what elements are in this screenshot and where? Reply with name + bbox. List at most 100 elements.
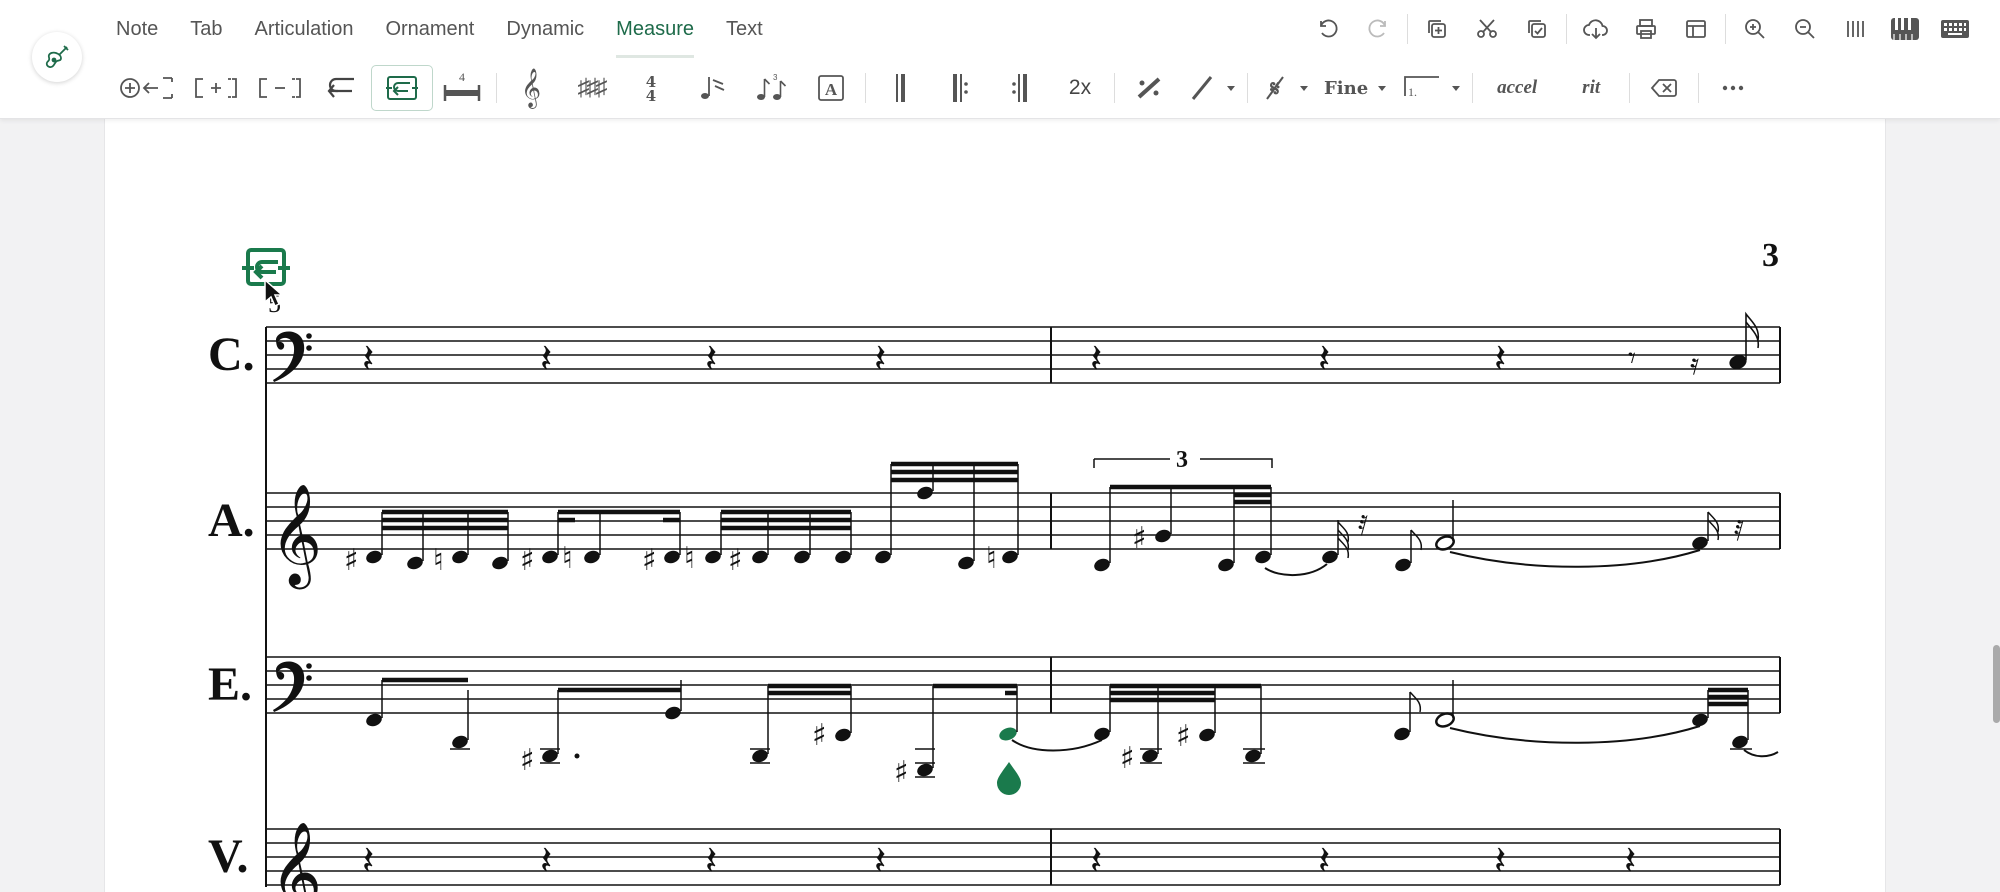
print-button[interactable] (1621, 8, 1671, 50)
svg-text:♯: ♯ (894, 755, 909, 790)
svg-text:𝄽: 𝄽 (874, 336, 886, 382)
keyboard-button[interactable] (1930, 8, 1980, 50)
chevron-down-icon (1378, 85, 1387, 91)
chevron-down-icon (1300, 85, 1308, 91)
layout-button[interactable] (1671, 8, 1721, 50)
svg-text:𝅀: 𝅀 (1358, 509, 1368, 542)
export-icon (1583, 19, 1608, 40)
clef-button[interactable]: 𝄞 (501, 66, 561, 110)
svg-text:♮: ♮ (433, 543, 444, 578)
piano-button[interactable] (1880, 8, 1930, 50)
guitar-icon (45, 45, 69, 68)
chevron-down-icon (1227, 85, 1235, 91)
note-staff-1[interactable] (1728, 311, 1760, 370)
repeat-count-label: 2x (1068, 76, 1092, 99)
slash-button[interactable] (1179, 66, 1243, 110)
pickup-button[interactable]: 3 (741, 66, 801, 110)
system-break-marker[interactable] (242, 248, 290, 286)
notes-staff-3-measure-2[interactable]: ♯♯ (1092, 680, 1779, 776)
tab-ornament[interactable]: Ornament (369, 0, 490, 58)
svg-text:𝄽: 𝄽 (1624, 838, 1636, 884)
toolbar-divider (1725, 14, 1726, 44)
measure-toolbar: 4 𝄞 ♯♯♯ 44 3 A 2x 𝄋 Fine 1. accel rit (110, 64, 1763, 112)
staff-4[interactable] (266, 828, 1781, 886)
remove-measure-button[interactable] (248, 66, 312, 110)
tempo-button[interactable] (681, 66, 741, 110)
double-barline-button[interactable] (870, 66, 930, 110)
svg-text:𝄽: 𝄽 (362, 838, 374, 884)
svg-text:𝄾: 𝄾 (1628, 341, 1636, 376)
volta-label: 1. (1408, 85, 1417, 99)
barlines-view-button[interactable] (1830, 8, 1880, 50)
tab-text[interactable]: Text (710, 0, 779, 58)
staff-1[interactable] (266, 326, 1781, 384)
staff-label-3: E. (208, 658, 252, 711)
svg-text:𝄽: 𝄽 (1494, 838, 1506, 884)
svg-text:𝄽: 𝄽 (1494, 336, 1506, 382)
svg-text:♯: ♯ (1176, 719, 1191, 754)
svg-text:♯: ♯ (344, 543, 359, 578)
rests-staff-4[interactable]: 𝄽 𝄽 𝄽 𝄽 𝄽 𝄽 𝄽 𝄽 (362, 838, 1636, 884)
treble-clef-icon: 𝄞 (520, 68, 542, 108)
svg-text:𝅀: 𝅀 (1734, 514, 1744, 547)
global-toolbar (1303, 8, 1980, 50)
system-break-icon (386, 76, 418, 100)
more-button[interactable] (1703, 66, 1763, 110)
delete-button[interactable] (1634, 66, 1694, 110)
sharps-icon: ♯♯♯ (577, 74, 608, 101)
slash-icon (1191, 76, 1213, 100)
export-button[interactable] (1571, 8, 1621, 50)
svg-text:𝄽: 𝄽 (540, 838, 552, 884)
segno-button[interactable]: 𝄋 (1252, 66, 1316, 110)
bass-clef-1 (273, 331, 312, 382)
tab-measure[interactable]: Measure (600, 0, 710, 58)
key-signature-button[interactable]: ♯♯♯ (561, 66, 621, 110)
tab-note[interactable]: Note (100, 0, 174, 58)
page-number: 3 (1762, 237, 1779, 274)
notes-staff-3-measure-1[interactable]: ♯ ♯ ♯ (364, 677, 1103, 795)
add-measure-button[interactable] (184, 66, 248, 110)
tab-tab[interactable]: Tab (174, 0, 238, 58)
instrument-button[interactable] (32, 32, 82, 82)
pickup-notes-icon: 3 (757, 73, 787, 100)
rit-button[interactable]: rit (1557, 66, 1625, 110)
time-signature-button[interactable]: 44 (621, 66, 681, 110)
system-break-button[interactable] (371, 65, 433, 111)
line-break-button[interactable] (312, 66, 372, 110)
zoom-out-button[interactable] (1780, 8, 1830, 50)
redo-button[interactable] (1353, 8, 1403, 50)
svg-text:𝄽: 𝄽 (1318, 838, 1330, 884)
selection-cursor-drop[interactable] (997, 762, 1021, 795)
toolbar-divider (1114, 73, 1115, 103)
score-canvas: 3 5 C. A. E. V. 𝄞 (208, 237, 1781, 892)
tab-dynamic[interactable]: Dynamic (490, 0, 600, 58)
redo-icon (1368, 19, 1386, 38)
insert-measure-button[interactable] (110, 66, 184, 110)
staff-3[interactable] (266, 656, 1781, 714)
accel-button[interactable]: accel (1477, 66, 1557, 110)
repeat-start-button[interactable] (930, 66, 990, 110)
cut-button[interactable] (1462, 8, 1512, 50)
volta-button[interactable]: 1. (1394, 66, 1468, 110)
cut-icon (1477, 19, 1497, 38)
zoom-in-button[interactable] (1730, 8, 1780, 50)
notes-staff-2-measure-2[interactable]: 3 ♯ 𝅀 𝅀 (1092, 447, 1744, 577)
repeat-count-button[interactable]: 2x (1050, 66, 1110, 110)
repeat-end-button[interactable] (990, 66, 1050, 110)
undo-button[interactable] (1303, 8, 1353, 50)
svg-text:♯: ♯ (1120, 741, 1135, 776)
duplicate-button[interactable] (1412, 8, 1462, 50)
measure-repeat-button[interactable] (1119, 66, 1179, 110)
fine-button[interactable]: Fine (1316, 66, 1394, 110)
paste-button[interactable] (1512, 8, 1562, 50)
measure-width-button[interactable]: 4 (432, 66, 492, 110)
tab-articulation[interactable]: Articulation (239, 0, 370, 58)
keyboard-icon (1941, 20, 1969, 38)
svg-text:♯: ♯ (812, 718, 827, 753)
text-box-button[interactable]: A (801, 66, 861, 110)
repeat-end-icon (1012, 74, 1027, 102)
remove-measure-icon (259, 78, 301, 98)
rests-staff-1[interactable]: 𝄽 𝄽 𝄽 𝄽 𝄽 𝄽 𝄽 𝄾 𝄿 (362, 336, 1699, 382)
print-icon (1636, 19, 1656, 39)
svg-text:♯: ♯ (520, 543, 535, 578)
